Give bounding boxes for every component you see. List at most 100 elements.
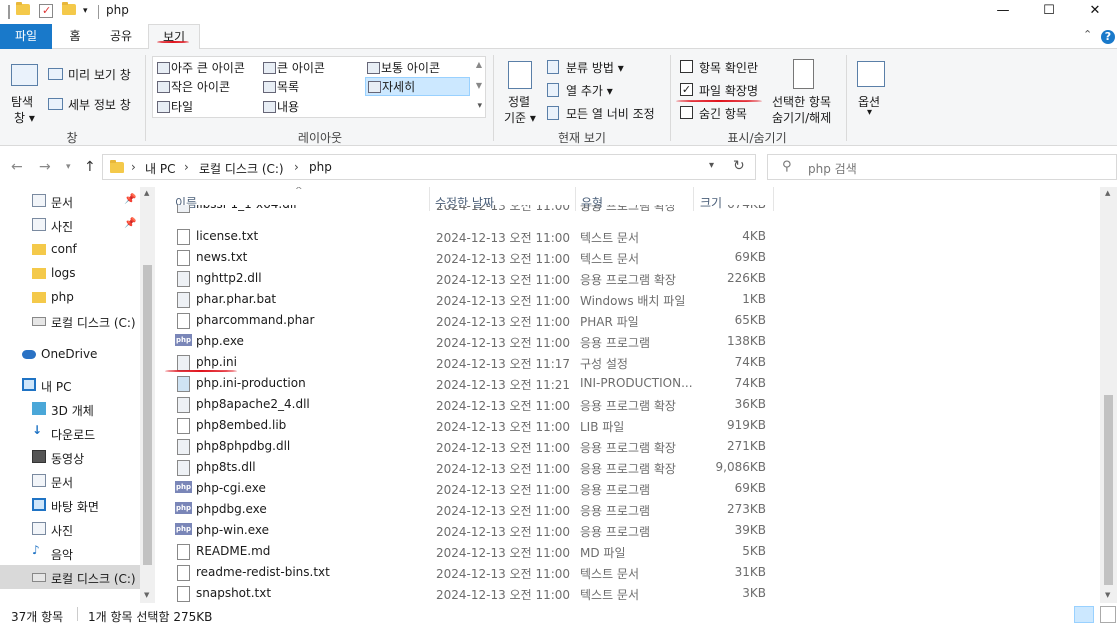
nav-item[interactable]: ♪ 음악 — [0, 541, 140, 565]
help-icon[interactable]: ? — [1101, 30, 1115, 44]
forward-arrow-icon[interactable]: → — [39, 159, 51, 175]
properties-icon[interactable]: ✓ — [39, 4, 53, 18]
nav-item[interactable]: conf — [0, 237, 140, 261]
file-extensions-checkbox[interactable]: ✓ — [680, 83, 693, 96]
nav-scroll-thumb[interactable] — [143, 265, 152, 565]
nav-pane-label-2[interactable]: 창 ▾ — [14, 109, 35, 126]
file-scroll-thumb[interactable] — [1104, 395, 1113, 585]
layout-small-icons[interactable]: 작은 아이콘 — [155, 78, 230, 95]
search-box[interactable]: ⚲ php 검색 — [767, 154, 1117, 180]
nav-item[interactable]: 문서 — [0, 469, 140, 493]
scroll-up-icon[interactable]: ▲ — [1105, 189, 1110, 197]
nav-item[interactable]: 로컬 디스크 (C:) — [0, 309, 140, 333]
tab-home[interactable]: 홈 — [60, 24, 90, 49]
layout-content[interactable]: 내용 — [261, 98, 299, 115]
maximize-button[interactable]: ☐ — [1026, 0, 1072, 24]
refresh-icon[interactable]: ↻ — [733, 158, 745, 174]
file-row[interactable]: php.ini 2024-12-13 오전 11:17 구성 설정 74KB — [167, 352, 775, 373]
file-row[interactable]: php8embed.lib 2024-12-13 오전 11:00 LIB 파일 91… — [167, 415, 775, 436]
file-row[interactable]: php phpdbg.exe 2024-12-13 오전 11:00 응용 프로그램 2… — [167, 499, 775, 520]
scroll-down-icon[interactable]: ▼ — [144, 591, 149, 599]
pin-icon[interactable]: 📌 — [124, 218, 136, 229]
scroll-down-icon[interactable]: ▼ — [1105, 591, 1110, 599]
file-row[interactable]: libssl-1_1-x64.dll 2024-12-13 오전 11:00 응용 … — [167, 205, 775, 216]
file-list-scrollbar[interactable]: ▲ ▼ — [1100, 187, 1117, 603]
file-row[interactable]: php8apache2_4.dll 2024-12-13 오전 11:00 응용 프… — [167, 394, 775, 415]
nav-item[interactable]: 동영상 — [0, 445, 140, 469]
nav-item[interactable]: OneDrive — [0, 342, 140, 366]
nav-item[interactable]: 사진 📌 — [0, 213, 140, 237]
search-input[interactable]: php 검색 — [808, 160, 857, 177]
nav-pane-icon[interactable] — [11, 64, 38, 86]
sort-icon[interactable] — [508, 61, 532, 89]
file-extensions-label[interactable]: 파일 확장명 — [699, 82, 758, 99]
layout-details[interactable]: 자세히 — [365, 77, 470, 96]
file-row[interactable]: php php-win.exe 2024-12-13 오전 11:00 응용 프로그램… — [167, 520, 775, 541]
file-row[interactable]: php php-cgi.exe 2024-12-13 오전 11:00 응용 프로그램… — [167, 478, 775, 499]
details-view-icon[interactable] — [1074, 606, 1094, 623]
nav-item[interactable]: 사진 — [0, 517, 140, 541]
layout-medium-icons[interactable]: 보통 아이콘 — [365, 59, 440, 76]
nav-item[interactable]: 로컬 디스크 (C:) — [0, 565, 140, 589]
address-history-icon[interactable]: ▾ — [709, 160, 714, 171]
item-checkbox-toggle[interactable] — [680, 60, 693, 73]
pin-icon[interactable]: 📌 — [124, 194, 136, 205]
customize-quick-access-icon[interactable]: ▾ — [83, 6, 88, 22]
tab-file[interactable]: 파일 — [0, 24, 52, 49]
new-folder-icon[interactable] — [62, 2, 76, 20]
file-row[interactable]: php php.exe 2024-12-13 오전 11:00 응용 프로그램 138K… — [167, 331, 775, 352]
close-button[interactable]: ✕ — [1072, 0, 1117, 24]
hide-selected-label-1[interactable]: 선택한 항목 — [772, 93, 831, 110]
preview-pane-button[interactable]: 미리 보기 창 — [68, 66, 131, 83]
sort-label-2[interactable]: 기준 ▾ — [504, 109, 536, 126]
file-row[interactable]: readme-redist-bins.txt 2024-12-13 오전 11:0… — [167, 562, 775, 583]
recent-locations-icon[interactable]: ▾ — [66, 162, 71, 172]
details-pane-button[interactable]: 세부 정보 창 — [68, 96, 131, 113]
sort-label-1[interactable]: 정렬 — [508, 93, 530, 110]
nav-pane-scrollbar[interactable]: ▲ ▼ — [140, 187, 155, 603]
options-icon[interactable] — [857, 61, 885, 87]
nav-item[interactable]: php — [0, 285, 140, 309]
layout-large-icons[interactable]: 큰 아이콘 — [261, 59, 325, 76]
group-by-button[interactable]: 분류 방법 ▾ — [566, 59, 624, 76]
breadcrumb-local-disk[interactable]: 로컬 디스크 (C:) — [199, 160, 284, 177]
breadcrumb-my-pc[interactable]: 내 PC — [145, 160, 175, 177]
nav-item[interactable]: logs — [0, 261, 140, 285]
minimize-button[interactable]: — — [980, 0, 1026, 24]
file-row[interactable]: README.md 2024-12-13 오전 11:00 MD 파일 5KB — [167, 541, 775, 562]
file-row[interactable]: php.ini-production 2024-12-13 오전 11:21 INI… — [167, 373, 775, 394]
hide-selected-label-2[interactable]: 숨기기/해제 — [772, 109, 831, 126]
file-row[interactable]: nghttp2.dll 2024-12-13 오전 11:00 응용 프로그램 확장… — [167, 268, 775, 289]
up-arrow-icon[interactable]: ↑ — [84, 159, 96, 175]
gallery-up-icon[interactable]: ▲ — [476, 60, 482, 69]
file-row[interactable]: news.txt 2024-12-13 오전 11:00 텍스트 문서 69KB — [167, 247, 775, 268]
file-row[interactable]: php8phpdbg.dll 2024-12-13 오전 11:00 응용 프로그램… — [167, 436, 775, 457]
breadcrumb-php[interactable]: php — [309, 160, 332, 174]
file-row[interactable]: pharcommand.phar 2024-12-13 오전 11:00 PHAR … — [167, 310, 775, 331]
file-row[interactable]: license.txt 2024-12-13 오전 11:00 텍스트 문서 4KB — [167, 226, 775, 247]
nav-item[interactable]: 내 PC — [0, 373, 140, 397]
hidden-items-label[interactable]: 숨긴 항목 — [699, 105, 747, 122]
layout-list[interactable]: 목록 — [261, 78, 299, 95]
layout-tiles[interactable]: 타일 — [155, 98, 193, 115]
scroll-up-icon[interactable]: ▲ — [144, 189, 149, 197]
tab-share[interactable]: 공유 — [103, 24, 139, 49]
item-checkbox-label[interactable]: 항목 확인란 — [699, 59, 758, 76]
fit-columns-button[interactable]: 모든 열 너비 조정 — [566, 105, 655, 122]
file-row[interactable]: php8ts.dll 2024-12-13 오전 11:00 응용 프로그램 확장 9… — [167, 457, 775, 478]
file-row[interactable]: snapshot.txt 2024-12-13 오전 11:00 텍스트 문서 3KB — [167, 583, 775, 603]
layout-extra-large-icons[interactable]: 아주 큰 아이콘 — [155, 59, 245, 76]
add-columns-button[interactable]: 열 추가 ▾ — [566, 82, 613, 99]
gallery-down-icon[interactable]: ▼ — [476, 81, 482, 90]
collapse-ribbon-icon[interactable]: ⌃ — [1083, 28, 1092, 41]
tab-view[interactable]: 보기 — [148, 24, 200, 50]
file-row[interactable]: phar.phar.bat 2024-12-13 오전 11:00 Windows … — [167, 289, 775, 310]
large-icons-view-icon[interactable] — [1100, 606, 1116, 623]
nav-item[interactable]: 3D 개체 — [0, 397, 140, 421]
nav-pane-label-1[interactable]: 탐색 — [11, 93, 33, 110]
nav-item[interactable]: 바탕 화면 — [0, 493, 140, 517]
options-caret-icon[interactable]: ▾ — [867, 107, 872, 118]
hidden-items-checkbox[interactable] — [680, 106, 693, 119]
back-arrow-icon[interactable]: ← — [11, 159, 23, 175]
address-bar[interactable]: › 내 PC › 로컬 디스크 (C:) › php ▾ ↻ — [102, 154, 756, 180]
